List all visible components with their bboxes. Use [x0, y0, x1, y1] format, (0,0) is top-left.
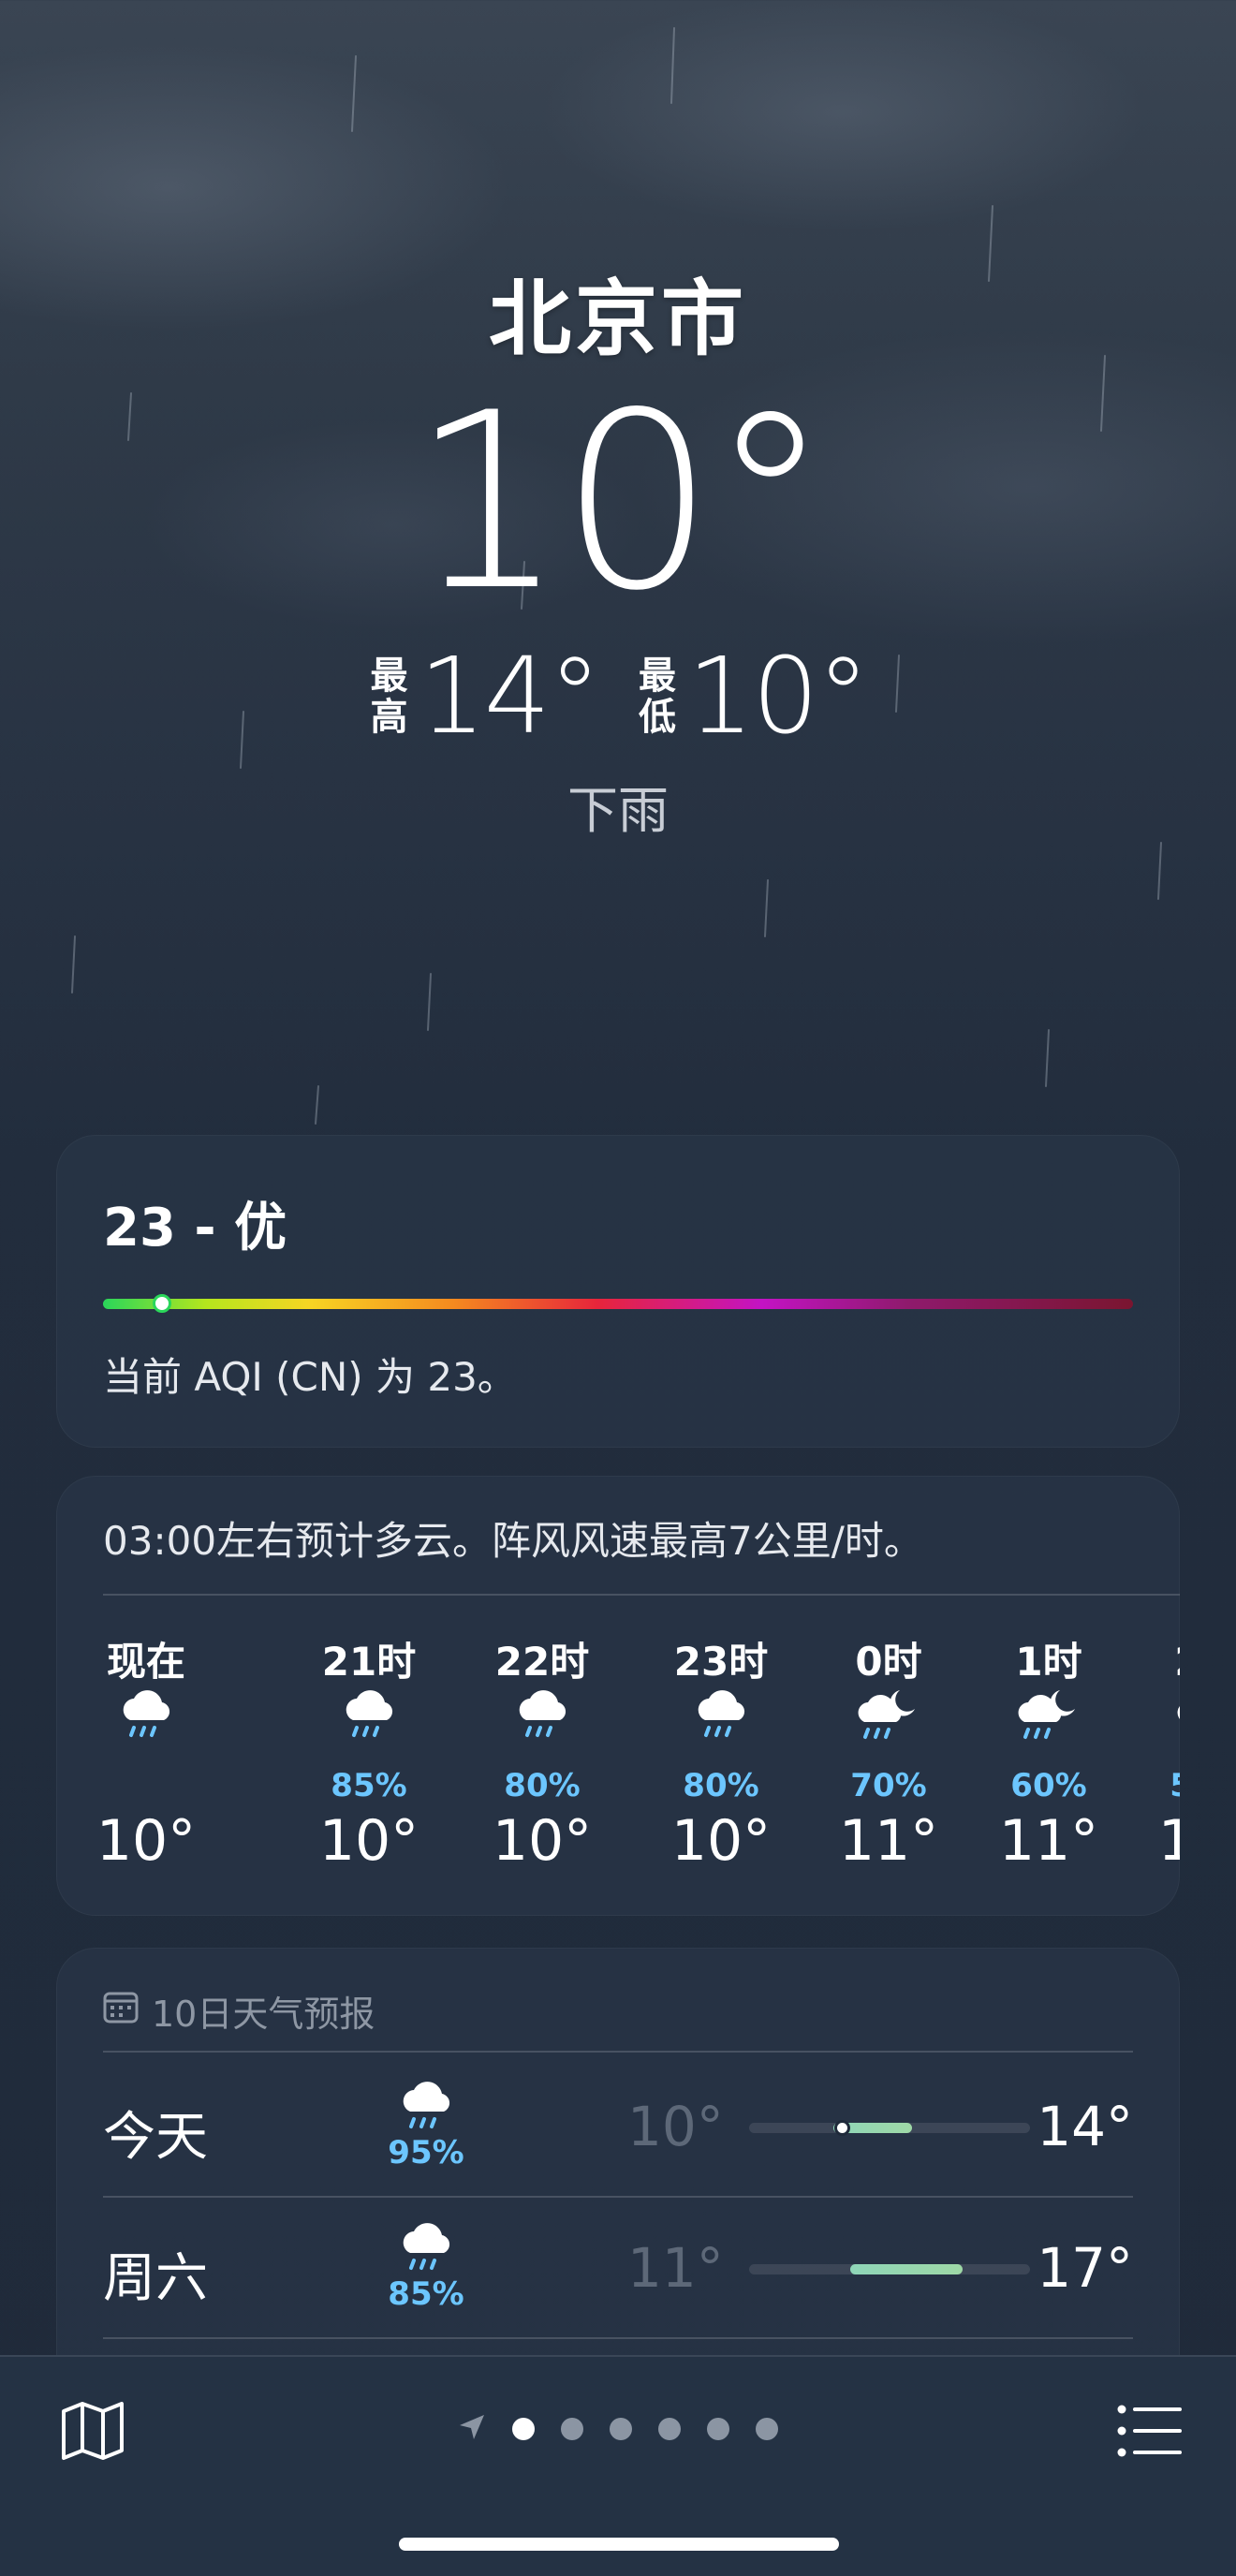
- hour-time: 22时: [494, 1639, 590, 1685]
- hour-time: 21时: [321, 1639, 417, 1685]
- temperature-range-bar: [749, 2264, 1030, 2274]
- temperature-range-bar: [749, 2120, 1030, 2136]
- high-temperature: 14°: [419, 636, 601, 758]
- divider: [103, 2051, 1133, 2053]
- day-name: 今天: [103, 2107, 208, 2168]
- page-dot[interactable]: [512, 2418, 535, 2440]
- hour-temperature: 11°: [838, 1808, 939, 1874]
- day-weather: 85%: [375, 2217, 478, 2313]
- day-high: 17°: [1037, 2236, 1133, 2300]
- hourly-forecast-card[interactable]: 03:00左右预计多云。阵风风速最高7公里/时。 现在 10° 21时 85% …: [56, 1476, 1180, 1916]
- day-low: 11°: [627, 2236, 724, 2300]
- low-temperature: 10°: [687, 636, 870, 758]
- moon-cloud-rain-icon: [1128, 1683, 1180, 1767]
- air-quality-card[interactable]: 23 - 优 当前 AQI (CN) 为 23。: [56, 1135, 1180, 1448]
- hour-temperature: 10°: [318, 1808, 419, 1874]
- rain-cloud-icon: [66, 1683, 226, 1767]
- ten-day-header: 10日天气预报: [103, 1985, 375, 2037]
- day-row[interactable]: 今天 95% 10° 14°: [103, 2055, 1133, 2196]
- page-dot[interactable]: [561, 2418, 583, 2440]
- page-dot[interactable]: [756, 2418, 778, 2440]
- list-icon[interactable]: [1116, 2400, 1184, 2462]
- precip-chance: 80%: [504, 1767, 581, 1804]
- precip-chance: 95%: [388, 2134, 464, 2171]
- current-weather-header: 北京市 10° 最高 14° 最低 10° 下雨: [0, 253, 1236, 843]
- hour-item: 1时 60% 11°: [969, 1630, 1128, 1874]
- high-low-temperatures: 最高 14° 最低 10°: [0, 636, 1236, 758]
- divider: [103, 2337, 1133, 2339]
- page-dot[interactable]: [658, 2418, 681, 2440]
- precip-chance: 80%: [683, 1767, 759, 1804]
- hour-item: 现在 10°: [66, 1630, 226, 1874]
- precip-chance: 85%: [331, 1767, 407, 1804]
- hour-temperature: 10°: [492, 1808, 593, 1874]
- city-name: 北京市: [488, 271, 747, 367]
- hour-item: 21时 85% 10°: [289, 1630, 449, 1874]
- rain-cloud-icon: [463, 1683, 622, 1767]
- rain-cloud-icon: [289, 1683, 449, 1767]
- hour-temperature: 11°: [998, 1808, 1099, 1874]
- hour-time: 0时: [855, 1639, 922, 1685]
- hour-item: 0时 70% 11°: [809, 1630, 968, 1874]
- aqi-description: 当前 AQI (CN) 为 23。: [103, 1354, 517, 1400]
- calendar-icon: [103, 1990, 139, 2032]
- hour-time: 1时: [1015, 1639, 1082, 1685]
- current-temperature: 10°: [410, 361, 831, 644]
- aqi-title: 23 - 优: [103, 1198, 287, 1259]
- precip-chance: 50%: [1128, 1767, 1180, 1808]
- bottom-toolbar: [0, 2355, 1236, 2576]
- low-label: 最低: [639, 655, 676, 739]
- hour-time: 现在: [106, 1639, 185, 1685]
- high-label: 最高: [370, 655, 408, 739]
- aqi-scale-bar: [103, 1294, 1133, 1313]
- hour-temperature: 11°: [1157, 1808, 1180, 1874]
- day-weather: 95%: [375, 2076, 478, 2171]
- temperature-range-fill: [850, 2264, 963, 2274]
- hour-item: 2时 50% 11°: [1128, 1630, 1180, 1874]
- hour-temperature: 10°: [670, 1808, 772, 1874]
- page-dot[interactable]: [610, 2418, 632, 2440]
- hour-temperature: 10°: [96, 1808, 197, 1874]
- location-arrow-icon[interactable]: [458, 2413, 486, 2445]
- hour-item: 23时 80% 10°: [641, 1630, 801, 1874]
- ten-day-title: 10日天气预报: [152, 1994, 375, 2035]
- divider: [103, 1594, 1180, 1596]
- day-high: 14°: [1037, 2095, 1133, 2158]
- aqi-indicator: [153, 1294, 171, 1313]
- day-row[interactable]: 周六 85% 11° 17°: [103, 2197, 1133, 2337]
- hourly-scroll[interactable]: 现在 10° 21时 85% 10° 22时 80% 10° 23时 80% 1…: [56, 1630, 1180, 1911]
- hourly-summary: 03:00左右预计多云。阵风风速最高7公里/时。: [103, 1518, 923, 1564]
- precip-chance: 70%: [850, 1767, 927, 1804]
- weather-condition: 下雨: [567, 781, 669, 840]
- home-indicator[interactable]: [399, 2538, 839, 2551]
- day-name: 周六: [103, 2248, 208, 2309]
- moon-cloud-rain-icon: [969, 1683, 1128, 1767]
- precip-chance: [66, 1767, 226, 1808]
- moon-cloud-rain-icon: [809, 1683, 968, 1767]
- precip-chance: 85%: [388, 2275, 464, 2313]
- day-low: 10°: [627, 2095, 724, 2158]
- precip-chance: 60%: [1010, 1767, 1087, 1804]
- hour-time: 23时: [673, 1639, 769, 1685]
- page-dot[interactable]: [707, 2418, 729, 2440]
- rain-cloud-icon: [641, 1683, 801, 1767]
- current-temp-marker: [834, 2120, 850, 2136]
- hour-time: 2时: [1128, 1630, 1180, 1685]
- page-indicator[interactable]: [0, 2413, 1236, 2445]
- hour-item: 22时 80% 10°: [463, 1630, 622, 1874]
